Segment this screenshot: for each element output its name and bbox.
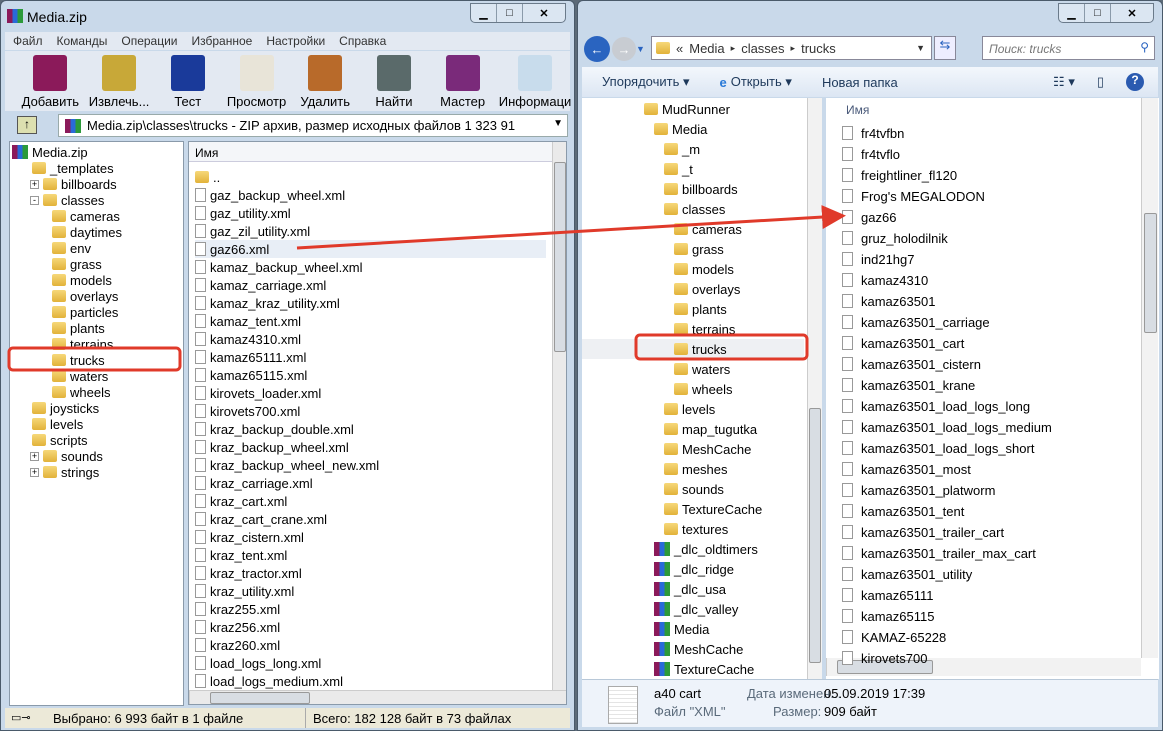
highlight-box-left [7,346,182,372]
annotation-overlay [7,205,846,372]
highlight-box-right [634,333,809,361]
annotation-arrow [296,205,846,250]
